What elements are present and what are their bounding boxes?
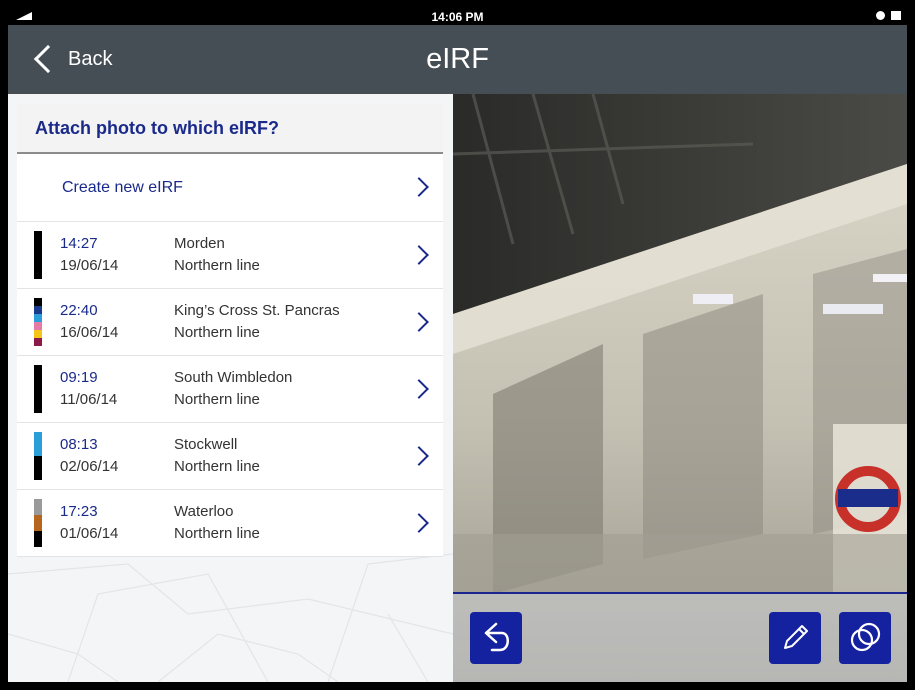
navigation-bar: Back eIRF bbox=[8, 25, 907, 94]
attach-title: Attach photo to which eIRF? bbox=[35, 118, 279, 138]
page-title: eIRF bbox=[426, 43, 489, 75]
line-color-stripe bbox=[34, 298, 42, 346]
line-color-segment bbox=[34, 499, 42, 515]
entry-date: 02/06/14 bbox=[60, 458, 119, 475]
undo-button[interactable] bbox=[470, 612, 522, 664]
create-new-eirf-label: Create new eIRF bbox=[62, 179, 183, 196]
line-color-segment bbox=[34, 231, 42, 279]
line-color-stripe bbox=[34, 432, 42, 480]
line-color-stripe bbox=[34, 365, 42, 413]
photo-toolbar bbox=[453, 592, 907, 682]
entry-date: 16/06/14 bbox=[60, 324, 119, 341]
entry-station: Stockwell bbox=[174, 436, 238, 453]
entry-date: 01/06/14 bbox=[60, 525, 119, 542]
eirf-list: Create new eIRF 14:27 19/06/14 Morden No… bbox=[17, 154, 443, 557]
line-color-segment bbox=[34, 322, 42, 330]
line-color-segment bbox=[34, 531, 42, 547]
battery-icon bbox=[891, 11, 901, 20]
entry-station: Waterloo bbox=[174, 503, 234, 520]
chevron-right-icon bbox=[409, 446, 429, 466]
entry-station: Morden bbox=[174, 235, 225, 252]
line-color-segment bbox=[34, 298, 42, 306]
overlay-button[interactable] bbox=[839, 612, 891, 664]
chevron-right-icon bbox=[409, 245, 429, 265]
eirf-entry[interactable]: 14:27 19/06/14 Morden Northern line bbox=[17, 222, 443, 289]
entry-line: Northern line bbox=[174, 324, 260, 341]
undo-icon bbox=[484, 622, 509, 652]
chevron-right-icon bbox=[409, 513, 429, 533]
entry-station: South Wimbledon bbox=[174, 369, 293, 386]
entry-line: Northern line bbox=[174, 257, 260, 274]
entry-time: 08:13 bbox=[60, 436, 98, 453]
chevron-right-icon bbox=[409, 312, 429, 332]
entry-date: 11/06/14 bbox=[60, 391, 118, 408]
eirf-entry[interactable]: 09:19 11/06/14 South Wimbledon Northern … bbox=[17, 356, 443, 423]
eirf-entry[interactable]: 08:13 02/06/14 Stockwell Northern line bbox=[17, 423, 443, 490]
entry-line: Northern line bbox=[174, 458, 260, 475]
eirf-entry[interactable]: 22:40 16/06/14 King’s Cross St. Pancras … bbox=[17, 289, 443, 356]
alarm-icon bbox=[876, 11, 885, 20]
pencil-icon bbox=[784, 625, 808, 649]
line-color-segment bbox=[34, 432, 42, 456]
line-color-stripe bbox=[34, 231, 42, 279]
circles-icon bbox=[850, 622, 881, 652]
eirf-entry[interactable]: 17:23 01/06/14 Waterloo Northern line bbox=[17, 490, 443, 557]
entry-date: 19/06/14 bbox=[60, 257, 119, 274]
entry-time: 14:27 bbox=[60, 235, 98, 252]
entry-line: Northern line bbox=[174, 525, 260, 542]
attach-header: Attach photo to which eIRF? bbox=[17, 104, 443, 154]
chevron-right-icon bbox=[409, 177, 429, 197]
status-bar: 14:06 PM bbox=[8, 8, 907, 25]
entry-time: 22:40 bbox=[60, 302, 98, 319]
entry-time: 17:23 bbox=[60, 503, 98, 520]
create-new-eirf-item[interactable]: Create new eIRF bbox=[17, 154, 443, 222]
line-color-segment bbox=[34, 515, 42, 531]
entry-line: Northern line bbox=[174, 391, 260, 408]
line-color-stripe bbox=[34, 499, 42, 547]
line-color-segment bbox=[34, 338, 42, 346]
line-color-segment bbox=[34, 365, 42, 413]
edit-button[interactable] bbox=[769, 612, 821, 664]
line-color-segment bbox=[34, 330, 42, 338]
entry-time: 09:19 bbox=[60, 369, 98, 386]
status-time: 14:06 PM bbox=[431, 10, 484, 24]
line-color-segment bbox=[34, 456, 42, 480]
eirf-list-panel: Attach photo to which eIRF? Create new e… bbox=[8, 94, 453, 682]
line-color-segment bbox=[34, 314, 42, 322]
entry-station: King’s Cross St. Pancras bbox=[174, 302, 340, 319]
photo-preview bbox=[453, 94, 907, 682]
line-color-segment bbox=[34, 306, 42, 314]
chevron-right-icon bbox=[409, 379, 429, 399]
